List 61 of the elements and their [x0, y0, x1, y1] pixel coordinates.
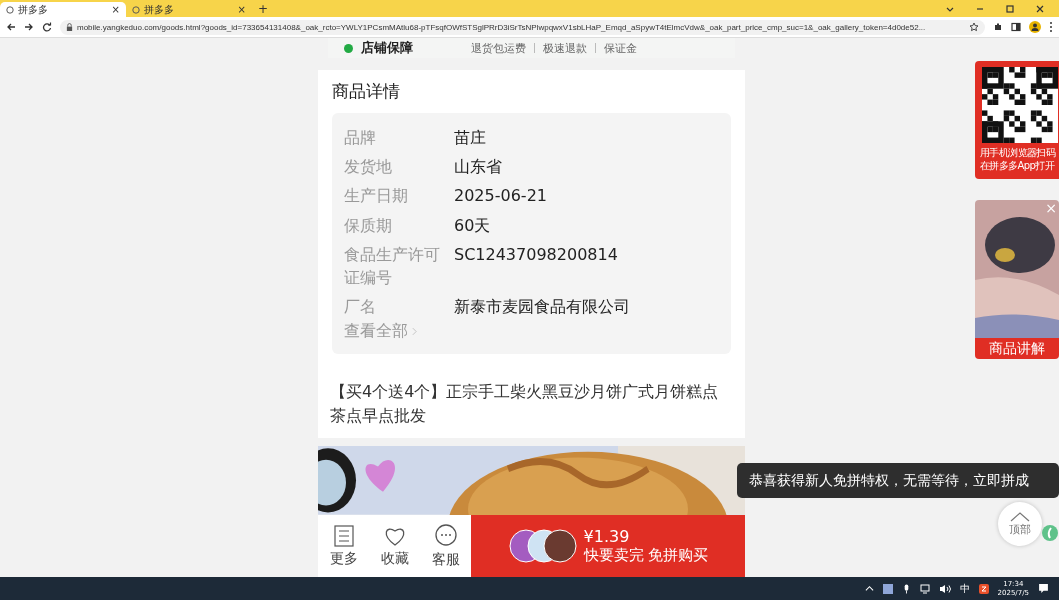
qr-caption: 用手机浏览器扫码	[979, 147, 1057, 160]
url-text: mobile.yangkeduo.com/goods.html?goods_id=733654131408&_oak_rcto=YWLY1PCsmMAtlu68-pTFsqfOWfSTSglPRrD3iSrTsNPlwpqwxV1sbLHaP_Emqd_aSpywT4tElmcVdw&_oak_part_price_cmp_suc=1&_oak_gallery_token=4d0de52...	[77, 22, 927, 32]
product-title: 【买4个送4个】正宗手工柴火黑豆沙月饼广式月饼糕点茶点早点批发	[318, 366, 745, 439]
browser-tab[interactable]: 拼多多 ×	[0, 2, 126, 17]
guarantee-item: 极速退款	[543, 40, 587, 56]
menu-icon	[333, 524, 354, 547]
new-tab-button[interactable]: +	[258, 1, 269, 16]
buy-button[interactable]: ¥1.39 快要卖完 免拼购买	[471, 515, 745, 577]
star-icon[interactable]	[969, 22, 979, 32]
tab-title: 拼多多	[144, 2, 175, 17]
qr-caption: 在拼多多App打开	[979, 159, 1056, 172]
attribute-label: 厂名	[344, 296, 377, 319]
tab-title: 拼多多	[18, 2, 49, 17]
chat-icon	[433, 523, 458, 548]
section-title: 商品详情	[332, 80, 401, 103]
close-tab-button[interactable]: ×	[111, 4, 120, 15]
close-tab-button[interactable]: ×	[237, 4, 246, 15]
app-icon[interactable]	[978, 583, 989, 594]
attribute-label: 生产日期	[344, 185, 409, 208]
back-icon[interactable]	[6, 22, 16, 32]
notification-icon[interactable]	[1038, 583, 1049, 594]
attribute-value: 新泰市麦园食品有限公司	[454, 296, 630, 319]
video-caption[interactable]: 商品讲解	[975, 338, 1059, 359]
buy-label: 快要卖完 免拼购买	[583, 546, 709, 565]
chevron-up-icon	[1010, 511, 1030, 522]
close-icon[interactable]	[1035, 3, 1045, 14]
speaker-icon[interactable]	[938, 583, 951, 594]
forward-icon[interactable]	[24, 22, 34, 32]
toast-message: 恭喜获得新人免拼特权，无需等待，立即拼成	[737, 463, 1059, 498]
guarantee-item: 保证金	[604, 40, 637, 56]
more-icon[interactable]	[1049, 21, 1053, 33]
image-icon[interactable]	[882, 583, 893, 594]
price: ¥1.39	[583, 527, 631, 546]
restore-icon[interactable]	[1005, 3, 1015, 14]
chevron-up-icon[interactable]	[864, 584, 874, 593]
back-to-top-button[interactable]: 顶部	[998, 502, 1042, 546]
sidebar-icon[interactable]	[1011, 22, 1021, 32]
lock-icon	[66, 22, 73, 32]
attribute-value: 苗庄	[454, 127, 486, 149]
action-button[interactable]: 收藏	[380, 524, 409, 568]
profile-icon[interactable]	[1029, 21, 1041, 33]
address-field[interactable]: mobile.yangkeduo.com/goods.html?goods_id=733654131408&_oak_rcto=YWLY1PCsmMAtlu68-pTFsqfOWfSTSglPRrD3iSrTsNPlwpqwxV1sbLHaP_Emqd_aSpywT4tElmcVdw&_oak_part_price_cmp_suc=1&_oak_gallery_token=4d0de52...	[60, 19, 985, 35]
action-button[interactable]: 客服	[431, 523, 460, 569]
attribute-value: 山东省	[454, 156, 502, 179]
guarantee-item: 退货包运费	[471, 40, 526, 56]
network-icon[interactable]	[919, 583, 930, 594]
attribute-label: 保质期	[344, 214, 393, 237]
attribute-label: 品牌	[344, 127, 377, 149]
guarantee-title: 店铺保障	[361, 39, 413, 57]
avatar-group	[507, 528, 578, 564]
attribute-label: 食品生产许可证编号	[344, 243, 441, 289]
attribute-value: 2025-06-21	[454, 185, 547, 208]
attribute-label: 发货地	[344, 156, 393, 179]
action-button[interactable]: 更多	[329, 524, 358, 568]
chevron-right-icon	[412, 327, 417, 337]
reload-icon[interactable]	[42, 22, 52, 32]
browser-tab[interactable]: 拼多多 ×	[126, 2, 252, 17]
attribute-value: SC12437098200814	[454, 243, 618, 266]
attribute-value: 60天	[454, 214, 491, 237]
qr-card[interactable]: 用手机浏览器扫码 在拼多多App打开	[975, 61, 1059, 179]
input-method[interactable]: 中	[959, 581, 970, 596]
